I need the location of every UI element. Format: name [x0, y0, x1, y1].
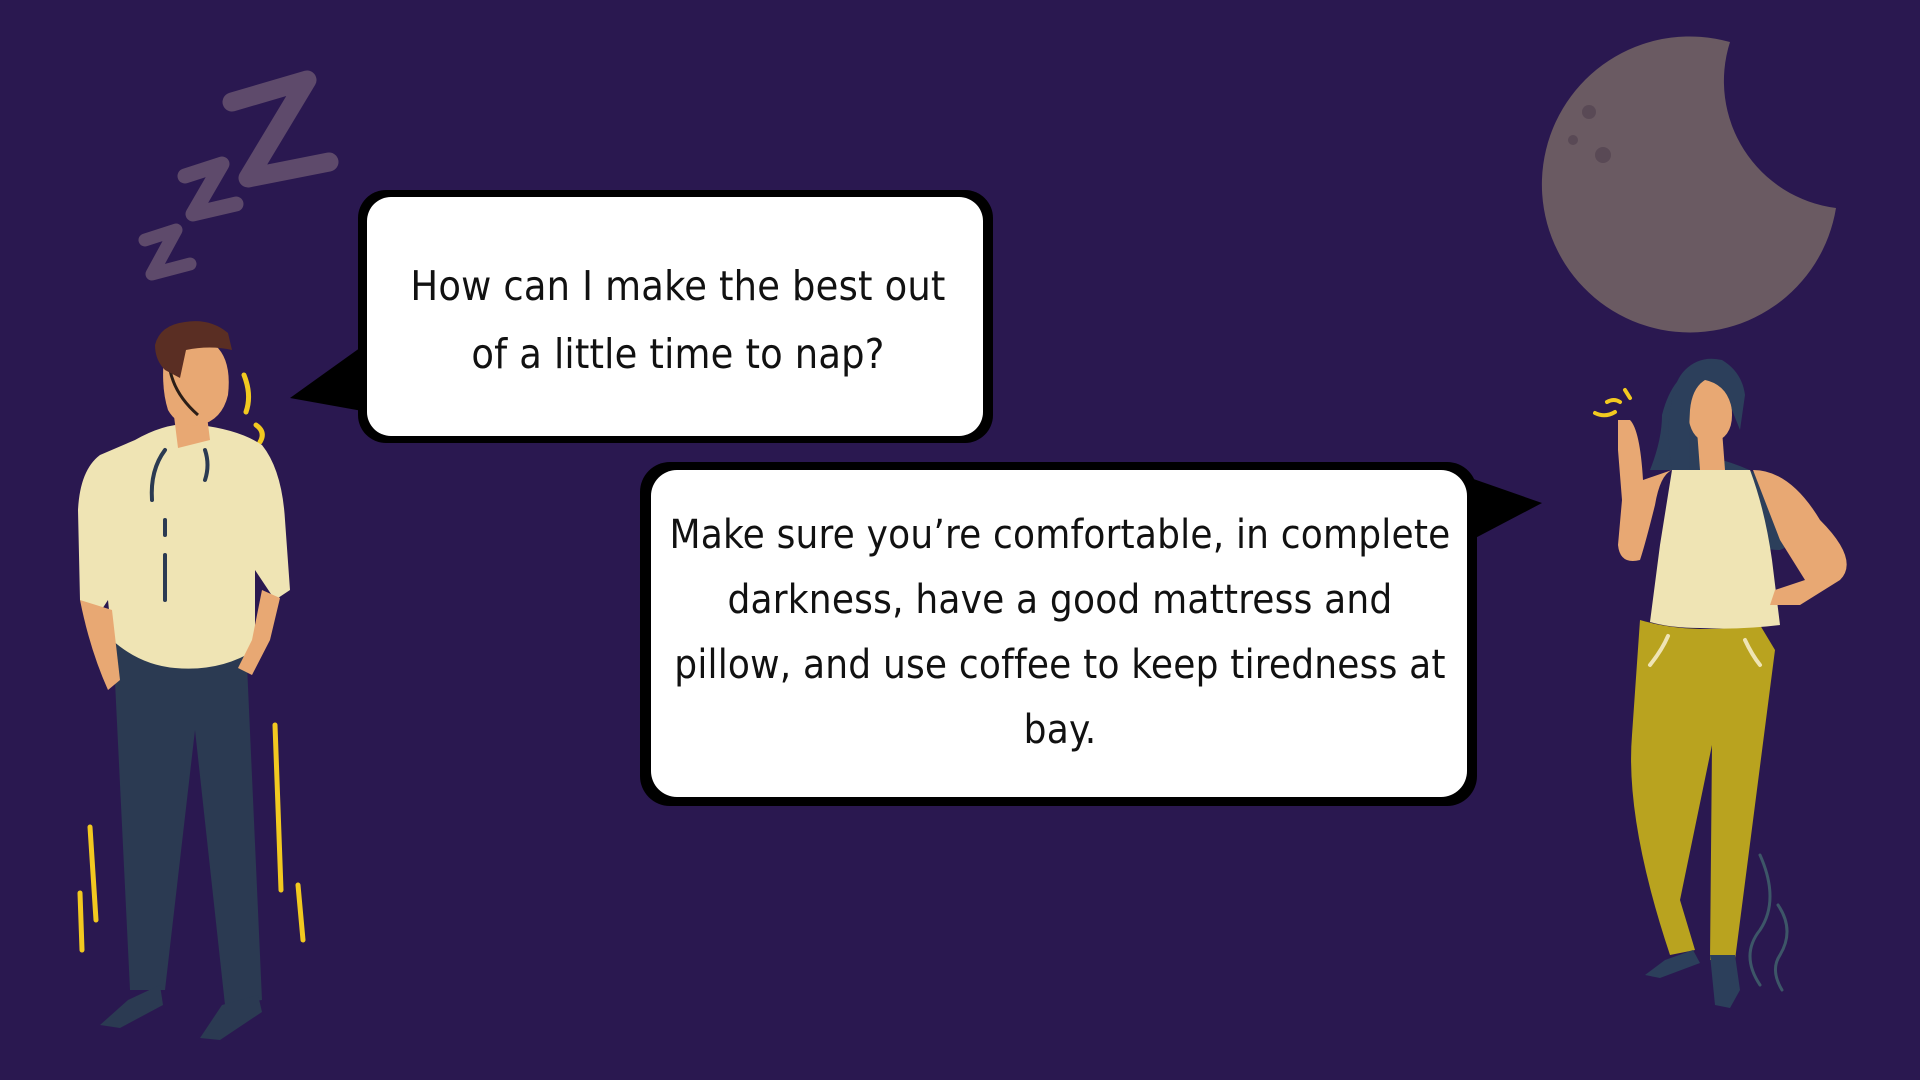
zzz-icon — [138, 70, 339, 281]
sparkle-icon — [1593, 388, 1632, 418]
question-text: How can I make the best out of a little … — [410, 262, 946, 378]
smoke-icon — [1748, 853, 1789, 992]
moon-icon — [1541, 36, 1836, 333]
illustration-stage: How can I make the best out of a little … — [0, 0, 1920, 1080]
woman-figure — [1593, 358, 1847, 1008]
man-figure — [77, 321, 306, 1040]
answer-text: Make sure you’re comfortable, in complet… — [669, 511, 1451, 753]
